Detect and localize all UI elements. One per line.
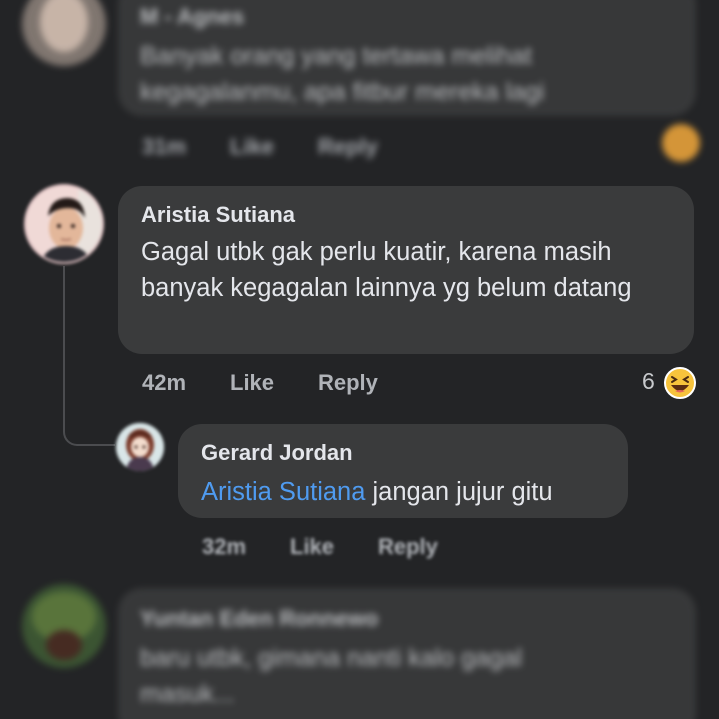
laughing-emoji-icon[interactable] xyxy=(662,124,700,162)
timestamp: 32m xyxy=(202,534,247,559)
reaction-summary[interactable]: 6 xyxy=(636,366,702,402)
person-photo-icon xyxy=(26,186,102,262)
thread-connector xyxy=(63,392,115,446)
like-button[interactable]: Like xyxy=(230,134,274,160)
comment-thread: M - Agnes Banyak orang yang tertawa meli… xyxy=(0,0,719,719)
like-button[interactable]: Like xyxy=(230,370,274,396)
comment-text: Banyak orang yang tertawa melihat kegaga… xyxy=(140,42,545,106)
reply-button[interactable]: Reply xyxy=(318,134,378,160)
avatar[interactable] xyxy=(24,184,104,264)
like-button[interactable]: Like xyxy=(290,534,334,560)
reaction-count: 6 xyxy=(642,368,655,394)
thread-line xyxy=(63,266,65,396)
commenter-name[interactable]: Aristia Sutiana xyxy=(141,202,295,228)
avatar[interactable] xyxy=(116,423,164,471)
comment-meta: 32m Like Reply xyxy=(202,534,502,564)
reply-button[interactable]: Reply xyxy=(318,370,378,396)
timestamp: 31m xyxy=(142,134,187,159)
commenter-name[interactable]: Yuntan Eden Ronnewo xyxy=(140,606,378,632)
comment-text: Gagal utbk gak perlu kuatir, karena masi… xyxy=(141,238,632,302)
comment-meta: 42m Like Reply xyxy=(142,370,442,400)
reply-message: jangan jujur gitu xyxy=(372,478,553,506)
laughing-emoji-icon xyxy=(664,367,696,399)
comment-text: baru utbk, gimana nanti kalo gagal masuk… xyxy=(140,644,523,708)
commenter-name[interactable]: Gerard Jordan xyxy=(201,440,353,466)
avatar[interactable] xyxy=(22,584,106,668)
timestamp: 42m xyxy=(142,370,187,395)
commenter-name[interactable]: M - Agnes xyxy=(140,4,244,30)
reply-text: Aristia Sutiana jangan jujur gitu xyxy=(201,474,553,510)
anime-avatar-icon xyxy=(116,423,164,471)
avatar[interactable] xyxy=(22,0,106,66)
mention-link[interactable]: Aristia Sutiana xyxy=(201,478,365,506)
comment-meta: 31m Like Reply xyxy=(142,134,402,164)
reply-button[interactable]: Reply xyxy=(378,534,438,560)
